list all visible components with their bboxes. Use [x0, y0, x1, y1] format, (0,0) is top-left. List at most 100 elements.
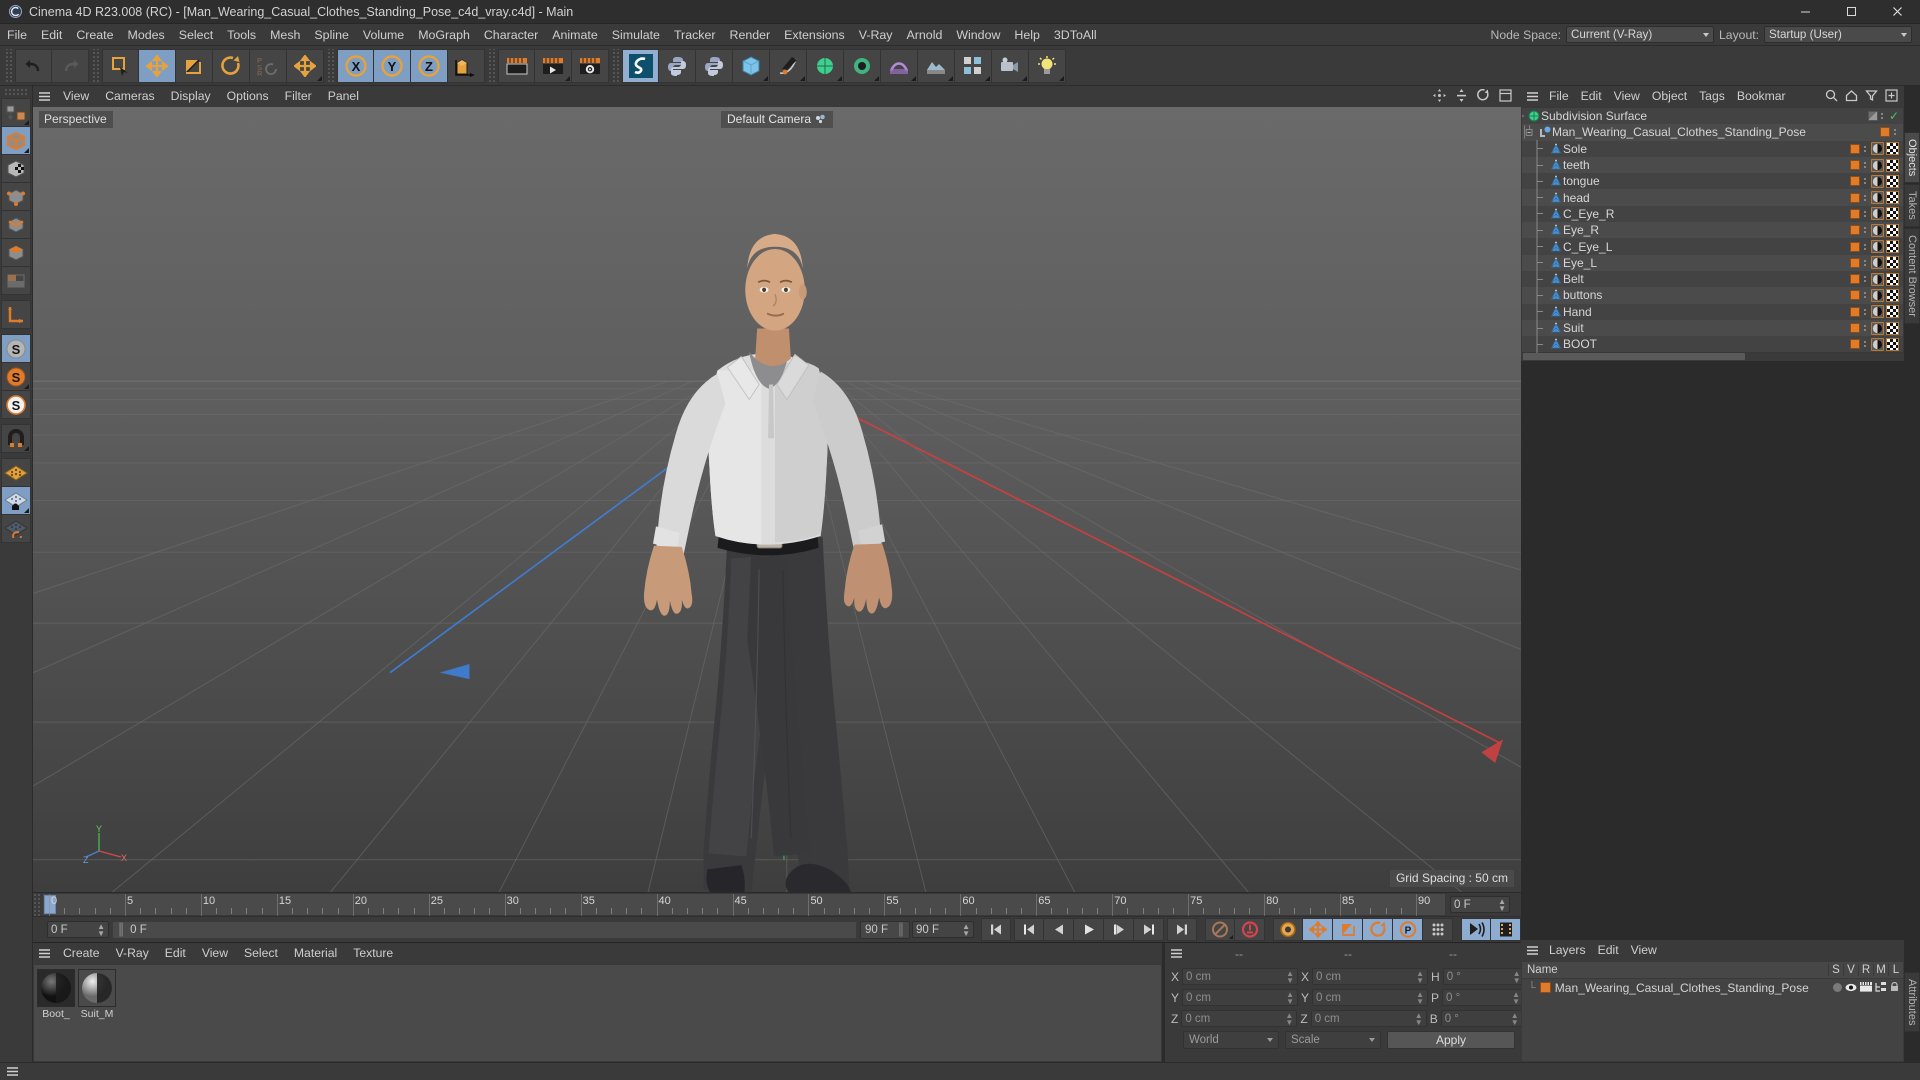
- toolbar-grip[interactable]: [326, 48, 335, 83]
- go-to-previous-key-button[interactable]: [1014, 918, 1044, 941]
- environment-button[interactable]: [918, 48, 955, 83]
- rotate-camera-icon[interactable]: [1477, 88, 1490, 105]
- point-level-animation-button[interactable]: [1423, 918, 1453, 941]
- viewport-solo-hierarchy-button[interactable]: S: [1, 390, 31, 419]
- material-tag-icon[interactable]: [1871, 272, 1884, 286]
- stepper-icon[interactable]: ▲ ▼: [1416, 990, 1424, 1005]
- maximize-viewport-icon[interactable]: [1499, 88, 1512, 105]
- keyframe-selection-button[interactable]: [1273, 918, 1303, 941]
- apply-button[interactable]: Apply: [1387, 1031, 1515, 1049]
- transform-mode-select[interactable]: Scale: [1285, 1031, 1381, 1049]
- stepper-icon[interactable]: ▲ ▼: [1416, 969, 1424, 984]
- material-item[interactable]: Suit_M: [78, 969, 116, 1020]
- menu-mesh[interactable]: Mesh: [263, 24, 307, 46]
- menu-mograph[interactable]: MoGraph: [411, 24, 477, 46]
- make-editable-button[interactable]: [1, 98, 31, 127]
- object-row[interactable]: head: [1522, 189, 1903, 207]
- rotation-key-button[interactable]: [1363, 918, 1393, 941]
- texture-mode-button[interactable]: [1, 154, 31, 183]
- material-tag-icon[interactable]: [1871, 223, 1884, 237]
- parameter-key-button[interactable]: P: [1393, 918, 1423, 941]
- object-manager-tree[interactable]: Subdivision Surface ✓ Man_Wearing_Casual_C…: [1521, 107, 1904, 354]
- size-field[interactable]: 0 cm ▲ ▼: [1310, 1010, 1427, 1027]
- timeline-track[interactable]: 0 5 10 15 20 25 30 35 40 45 50 55 60 65 70 75 80 85 90: [42, 893, 1446, 916]
- object-row[interactable]: Belt: [1522, 270, 1903, 288]
- stepper-icon[interactable]: ▲ ▼: [1498, 897, 1506, 912]
- material-manager-body[interactable]: Boot_ Suit_M: [33, 964, 1162, 1062]
- workplane-button[interactable]: [1, 458, 31, 487]
- menu-tracker[interactable]: Tracker: [667, 24, 723, 46]
- object-row[interactable]: Sole: [1522, 140, 1903, 158]
- stepper-icon[interactable]: ▲ ▼: [1512, 990, 1520, 1005]
- display-tag[interactable]: [1867, 111, 1878, 122]
- object-row[interactable]: buttons: [1522, 286, 1903, 304]
- object-color-tag[interactable]: [1850, 160, 1860, 171]
- object-row[interactable]: BOOT: [1522, 335, 1903, 353]
- viewport-menu-filter[interactable]: Filter: [277, 86, 320, 107]
- timeline-frame-field[interactable]: 0 F ▲ ▼: [1450, 896, 1510, 913]
- stepper-icon[interactable]: ▲ ▼: [1286, 990, 1294, 1005]
- material-menu-texture[interactable]: Texture: [345, 943, 401, 964]
- python-script-button[interactable]: [659, 48, 696, 83]
- scale-tool-button[interactable]: [176, 48, 213, 83]
- menu-select[interactable]: Select: [172, 24, 220, 46]
- tab-content-browser[interactable]: Content Browser: [1904, 228, 1920, 324]
- layers-menu-view[interactable]: View: [1625, 940, 1663, 961]
- uvw-tag-icon[interactable]: [1886, 240, 1899, 254]
- go-to-start-button[interactable]: [981, 918, 1011, 941]
- object-color-tag[interactable]: [1850, 225, 1860, 236]
- camera-button[interactable]: [992, 48, 1029, 83]
- position-field[interactable]: 0 cm ▲ ▼: [1182, 989, 1299, 1006]
- rotation-field[interactable]: 0 ° ▲ ▼: [1442, 989, 1525, 1006]
- lock-x-button[interactable]: X: [337, 48, 374, 83]
- start-frame-field[interactable]: 0 F ▲ ▼: [47, 921, 109, 938]
- layer-row[interactable]: └ Man_Wearing_Casual_Clothes_Standing_Pos…: [1522, 979, 1903, 996]
- object-row[interactable]: teeth: [1522, 156, 1903, 174]
- object-color-tag[interactable]: [1880, 127, 1890, 138]
- tab-takes[interactable]: Takes: [1904, 184, 1920, 228]
- enable-check-icon[interactable]: ✓: [1889, 110, 1899, 122]
- stepper-icon[interactable]: ▲ ▼: [97, 922, 105, 937]
- viewport-menu-view[interactable]: View: [55, 86, 97, 107]
- object-color-tag[interactable]: [1850, 192, 1860, 203]
- cube-primitive-button[interactable]: [733, 48, 770, 83]
- model-mode-button[interactable]: [1, 126, 31, 155]
- rotate-tool-button[interactable]: [213, 48, 250, 83]
- menu-animate[interactable]: Animate: [545, 24, 604, 46]
- world-object-axis-button[interactable]: [287, 48, 324, 83]
- animation-mode-button[interactable]: [1461, 918, 1491, 941]
- object-color-tag[interactable]: [1850, 290, 1860, 301]
- stepper-icon[interactable]: ▲ ▼: [962, 922, 970, 937]
- material-menu-edit[interactable]: Edit: [157, 943, 194, 964]
- object-menu-view[interactable]: View: [1608, 86, 1646, 107]
- lock-workplane-button[interactable]: [1, 486, 31, 515]
- menu-create[interactable]: Create: [69, 24, 120, 46]
- tab-attributes[interactable]: Attributes: [1904, 971, 1920, 1032]
- menu-extensions[interactable]: Extensions: [777, 24, 852, 46]
- timeline-grip[interactable]: [33, 893, 42, 916]
- material-tag-icon[interactable]: [1871, 142, 1884, 156]
- viewport-menu-panel[interactable]: Panel: [320, 86, 367, 107]
- menu-edit[interactable]: Edit: [34, 24, 69, 46]
- home-icon[interactable]: [1845, 89, 1858, 105]
- position-field[interactable]: 0 cm ▲ ▼: [1182, 968, 1299, 985]
- sculpting-button[interactable]: [622, 48, 659, 83]
- add-icon[interactable]: [1885, 88, 1898, 105]
- visible-flag-icon[interactable]: [1845, 981, 1857, 995]
- object-color-tag[interactable]: [1850, 143, 1860, 154]
- search-icon[interactable]: [1825, 89, 1838, 105]
- layers-menu-edit[interactable]: Edit: [1592, 940, 1625, 961]
- stepper-icon[interactable]: ▲ ▼: [1511, 1011, 1519, 1026]
- uvw-tag-icon[interactable]: [1886, 337, 1899, 351]
- uvw-tag-icon[interactable]: [1886, 158, 1899, 172]
- python-console-button[interactable]: [696, 48, 733, 83]
- object-color-tag[interactable]: [1850, 208, 1860, 219]
- points-mode-button[interactable]: [1, 182, 31, 211]
- viewport[interactable]: Perspective Default Camera Grid Spacing …: [33, 107, 1521, 892]
- deformer-button[interactable]: [881, 48, 918, 83]
- object-row[interactable]: tongue: [1522, 172, 1903, 190]
- object-menu-file[interactable]: File: [1543, 86, 1575, 107]
- uvw-tag-icon[interactable]: [1886, 174, 1899, 188]
- hamburger-icon[interactable]: [33, 86, 55, 107]
- object-menu-bookmar[interactable]: Bookmar: [1731, 86, 1792, 107]
